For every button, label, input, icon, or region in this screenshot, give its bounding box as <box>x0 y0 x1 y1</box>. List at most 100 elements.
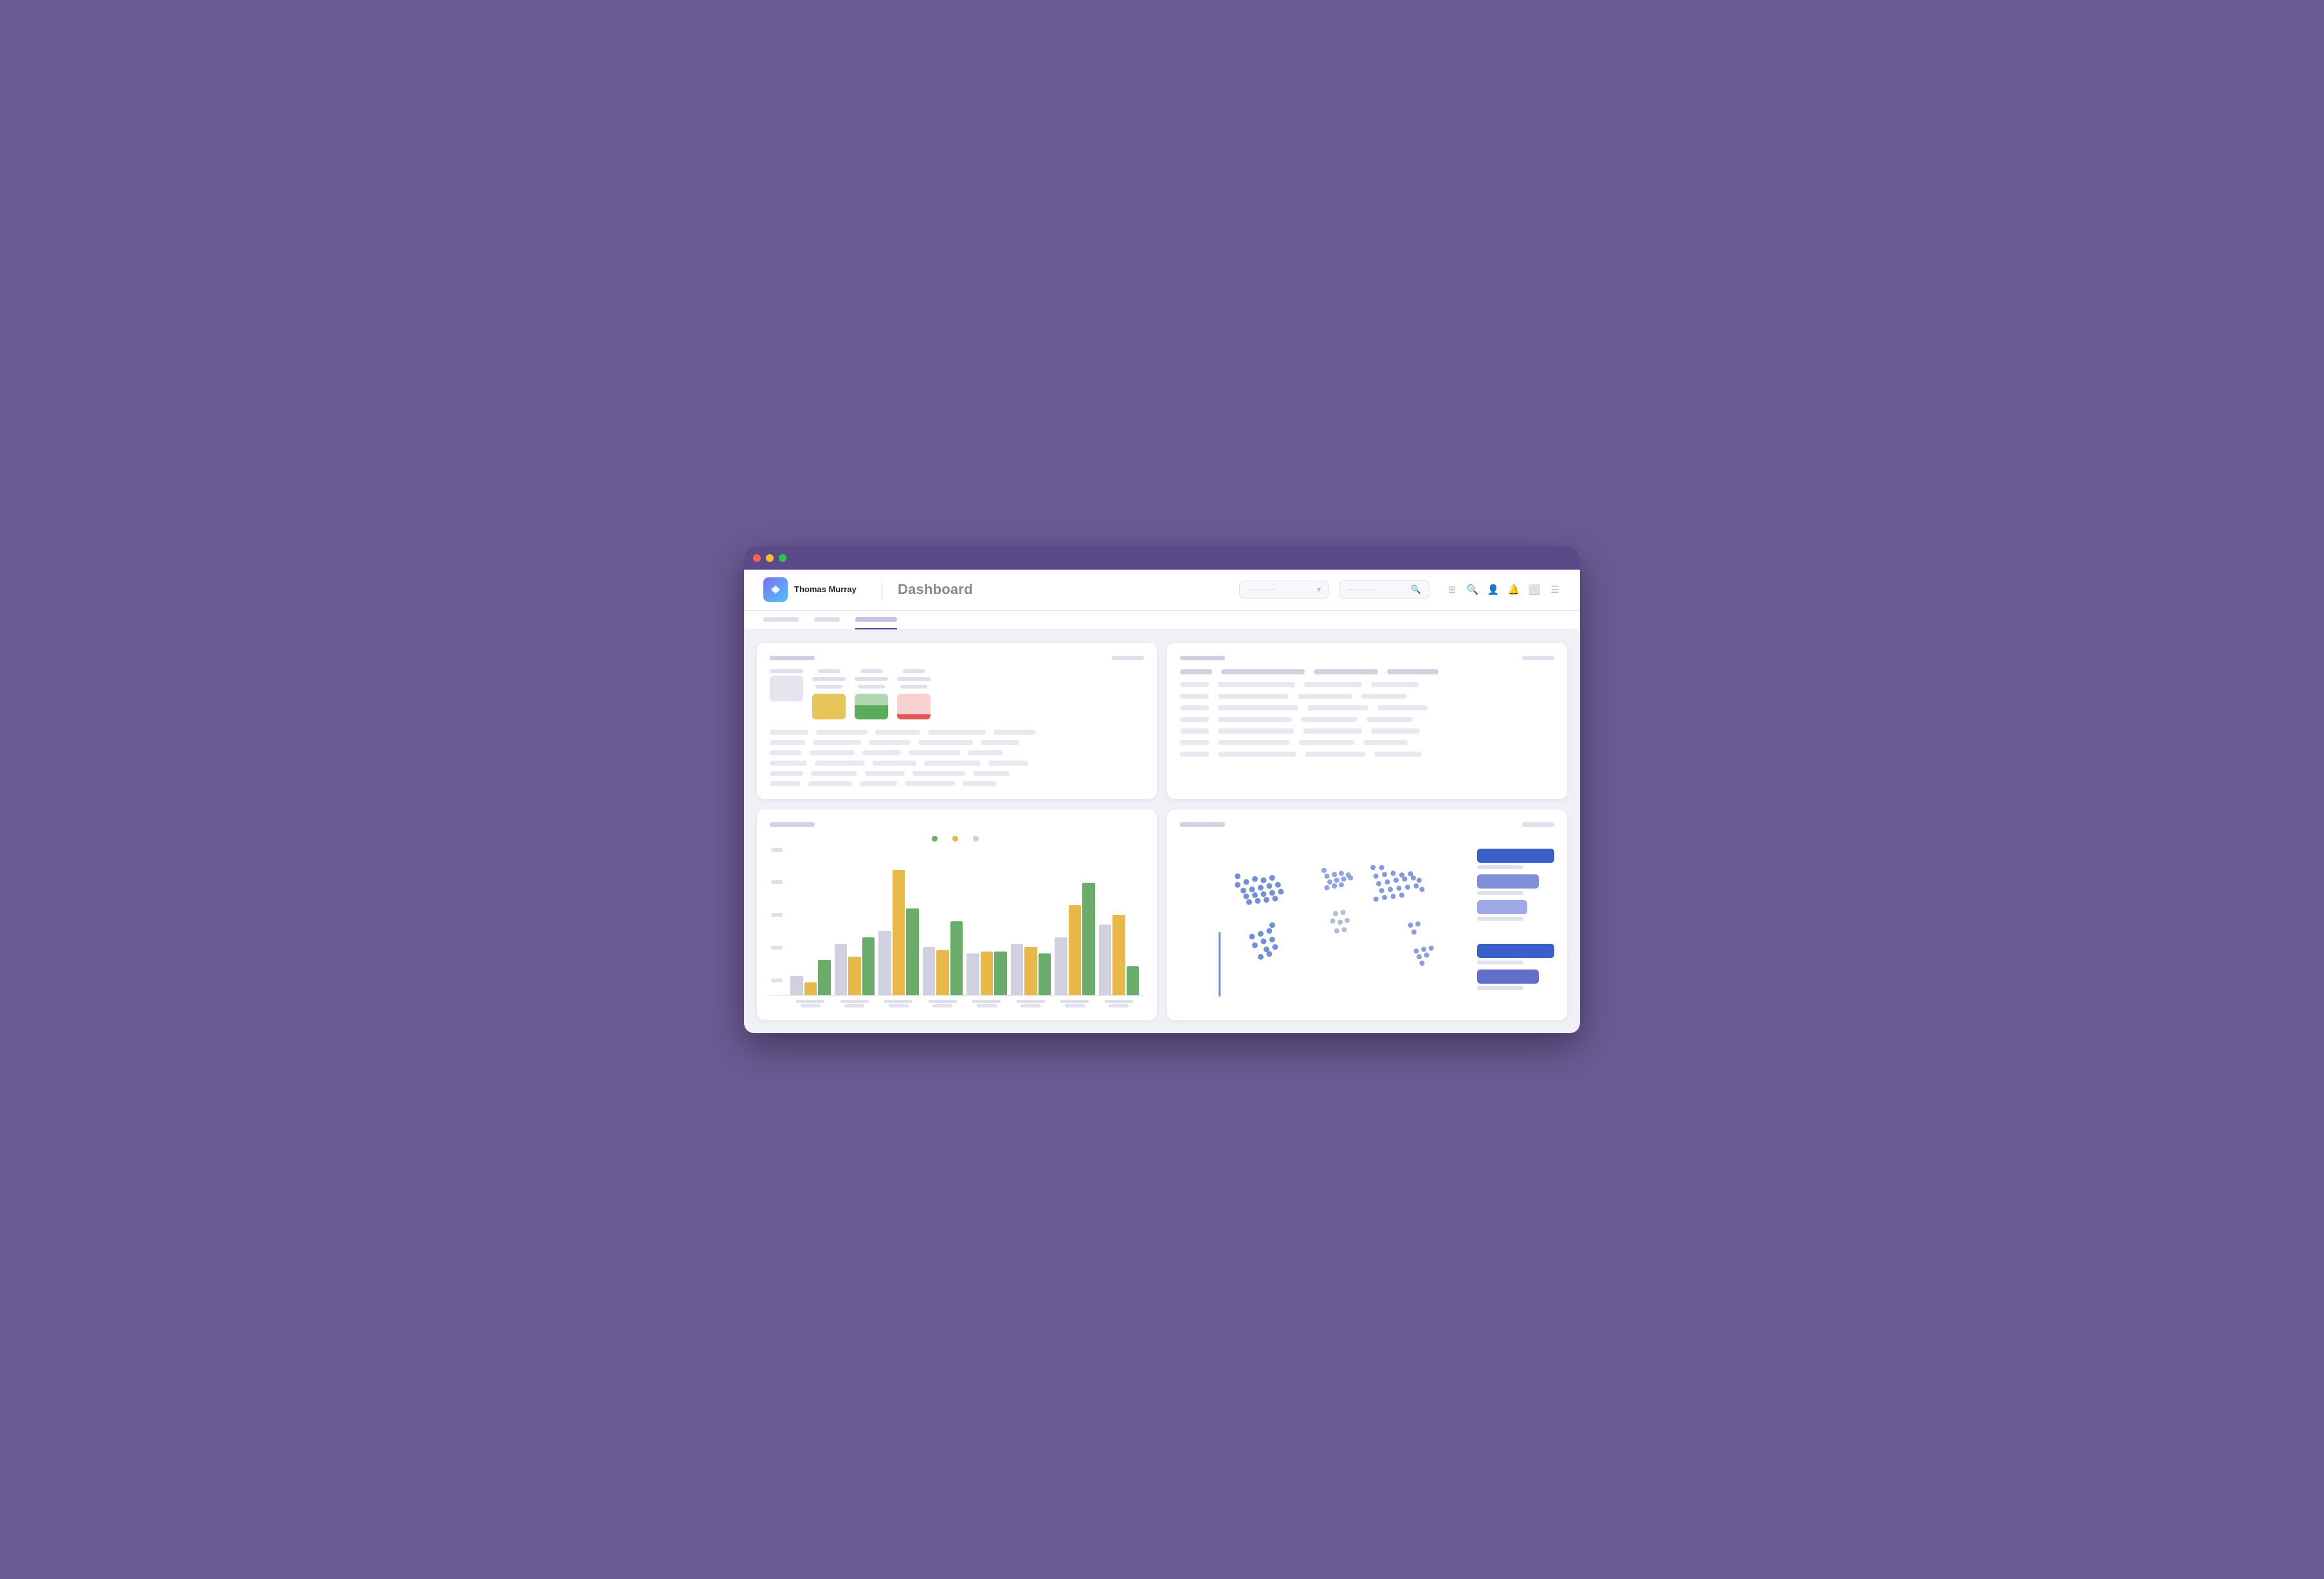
bar-gray-8 <box>1099 925 1112 995</box>
bar-green-6 <box>1039 953 1051 995</box>
header-dropdown[interactable]: ———— ▾ <box>1239 581 1329 599</box>
card-title-placeholder-r <box>1180 656 1225 660</box>
grid-icon[interactable]: ⊞ <box>1446 584 1458 595</box>
subnav-item-0[interactable] <box>763 611 799 629</box>
x-label-7 <box>1055 1000 1095 1007</box>
stat-block-1 <box>770 669 803 719</box>
chart-title-placeholder <box>770 822 815 827</box>
list-item <box>1180 717 1554 722</box>
legend-bar-3 <box>1477 900 1527 914</box>
map-indicator-line <box>1219 932 1221 997</box>
stat-label-1 <box>770 669 803 673</box>
list-placeholder <box>1180 682 1554 757</box>
minimize-button[interactable] <box>766 554 774 562</box>
app-window: Thomas Murray Dashboard ———— ▾ ———— 🔍 ⊞ … <box>744 546 1580 1033</box>
x-label-6 <box>1011 1000 1051 1007</box>
page-title: Dashboard <box>898 581 973 598</box>
window-icon[interactable]: ⬜ <box>1529 584 1540 595</box>
x-axis <box>770 996 1144 1007</box>
bar-green-8 <box>1127 966 1139 995</box>
bar-gray-5 <box>967 953 979 995</box>
maximize-button[interactable] <box>779 554 786 562</box>
top-right-card <box>1167 643 1567 799</box>
bar-yellow-2 <box>848 957 861 995</box>
legend-dot-yellow <box>952 836 958 842</box>
bar-group-5 <box>967 952 1007 995</box>
stat-box-1 <box>770 676 803 701</box>
legend-item-green <box>932 836 941 842</box>
map-card-title <box>1180 822 1225 827</box>
legend-item-1 <box>1477 849 1554 869</box>
subnav <box>744 611 1580 630</box>
legend-bar-5 <box>1477 970 1539 984</box>
top-right-card-header <box>1180 656 1554 660</box>
table-row <box>770 750 1144 755</box>
bottom-right-card <box>1167 809 1567 1020</box>
stat-box-2 <box>812 694 846 719</box>
header-icons: ⊞ 🔍 👤 🔔 ⬜ ☰ <box>1446 584 1561 595</box>
legend-item-gray <box>973 836 982 842</box>
legend-item-5 <box>1477 970 1554 990</box>
bar-gray-4 <box>923 947 936 995</box>
card-action-placeholder <box>1112 656 1144 660</box>
list-item <box>1180 682 1554 687</box>
legend-item-yellow <box>952 836 961 842</box>
logo-icon <box>763 577 788 602</box>
bar-gray-1 <box>790 976 803 995</box>
table-row <box>770 771 1144 776</box>
subnav-item-1[interactable] <box>814 611 840 629</box>
x-label-5 <box>967 1000 1007 1007</box>
bar-yellow-4 <box>936 950 949 995</box>
table-row <box>770 740 1144 745</box>
bar-gray-3 <box>878 931 891 995</box>
bar-gray-2 <box>835 944 848 995</box>
bar-yellow-8 <box>1112 915 1125 995</box>
list-item <box>1180 728 1554 734</box>
table-row <box>770 761 1144 766</box>
x-label-3 <box>878 1000 919 1007</box>
bottom-left-card-header <box>770 822 1144 827</box>
search-icon[interactable]: 🔍 <box>1467 584 1478 595</box>
x-label-2 <box>835 1000 875 1007</box>
map-card-action <box>1522 822 1554 827</box>
world-map-svg <box>1180 836 1468 1003</box>
menu-icon[interactable]: ☰ <box>1549 584 1561 595</box>
list-item <box>1180 740 1554 745</box>
bar-green-1 <box>818 960 831 995</box>
close-button[interactable] <box>753 554 761 562</box>
stat-block-2 <box>812 669 846 719</box>
logo-text: Thomas Murray <box>794 584 857 595</box>
user-icon[interactable]: 👤 <box>1487 584 1499 595</box>
y-axis <box>770 848 783 982</box>
bar-green-4 <box>950 921 963 995</box>
legend-dot-green <box>932 836 938 842</box>
table-placeholder <box>770 730 1144 786</box>
bar-group-7 <box>1055 883 1095 995</box>
chart-legend <box>770 836 1144 842</box>
bar-yellow-5 <box>981 952 994 995</box>
bar-gray-6 <box>1011 944 1024 995</box>
table-header-row <box>770 730 1144 735</box>
legend-bar-1 <box>1477 849 1554 863</box>
list-header <box>1180 669 1554 674</box>
bar-green-2 <box>862 937 875 995</box>
stat-block-4 <box>897 669 931 719</box>
legend-item-3 <box>1477 900 1554 921</box>
bar-group-1 <box>790 960 831 995</box>
bar-green-3 <box>906 908 919 995</box>
bar-group-6 <box>1011 944 1051 995</box>
x-label-8 <box>1099 1000 1139 1007</box>
stat-box-3 <box>855 694 888 719</box>
header-search[interactable]: ———— 🔍 <box>1339 580 1430 599</box>
bar-gray-7 <box>1055 937 1067 995</box>
main-content <box>744 630 1580 1033</box>
legend-bar-2 <box>1477 874 1539 889</box>
bar-group-3 <box>878 870 919 995</box>
subnav-item-2[interactable] <box>855 611 897 629</box>
bottom-left-card <box>757 809 1157 1020</box>
legend-bar-4 <box>1477 944 1554 958</box>
map-legend <box>1477 836 1554 1003</box>
bell-icon[interactable]: 🔔 <box>1508 584 1520 595</box>
bar-yellow-1 <box>804 982 817 995</box>
list-item <box>1180 752 1554 757</box>
